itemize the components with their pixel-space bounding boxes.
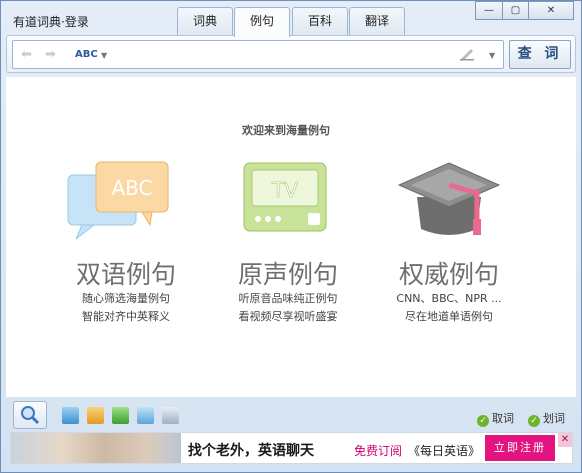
back-arrow-icon[interactable]: ⬅ — [21, 47, 32, 62]
ad-headline: 找个老外，英语聊天 — [188, 443, 314, 459]
community-icon[interactable] — [112, 407, 129, 424]
capture-word-toggle[interactable]: ✓ 取词 — [477, 410, 514, 427]
tv-icon-text: TV — [271, 178, 298, 202]
feature-desc-bilingual-1: 随心筛选海量例句 — [82, 292, 170, 305]
mobile-sync-icon[interactable] — [162, 407, 179, 424]
tab-translate[interactable]: 翻译 — [349, 7, 405, 36]
welcome-heading: 欢迎来到海量例句 — [242, 124, 330, 137]
abc-icon-text: ABC — [111, 176, 152, 200]
tab-example-sentences[interactable]: 例句 — [234, 7, 290, 37]
main-content: 欢迎来到海量例句 ABC 双语例句 随心筛选海量例句 智能对齐中英释义 TV 原… — [6, 77, 576, 397]
handwriting-pen-icon[interactable] — [459, 47, 475, 61]
ad-newsletter-text: 《每日英语》 — [408, 444, 481, 458]
app-window: 有道词典·登录 词典 例句 百科 翻译 — ▢ ✕ ⬅ ➡ ABC ▼ ▼ 查 … — [0, 0, 582, 473]
title-bar: 有道词典·登录 词典 例句 百科 翻译 — ▢ ✕ — [1, 1, 581, 37]
login-link[interactable]: 登录 — [65, 15, 89, 29]
language-icon[interactable]: ABC — [75, 49, 98, 60]
ad-banner[interactable]: 找个老外，英语聊天 免费订阅 《每日英语》 立即注册 ✕ — [10, 432, 573, 464]
check-icon: ✓ — [528, 415, 540, 427]
word-card-icon[interactable] — [87, 407, 104, 424]
tab-dictionary[interactable]: 词典 — [177, 7, 233, 36]
ad-subscribe-text: 免费订阅 — [354, 444, 403, 458]
feature-desc-original-audio-1: 听原音品味纯正例句 — [238, 292, 338, 305]
feature-title-original-audio: 原声例句 — [237, 260, 338, 289]
wordbook-icon[interactable] — [62, 407, 79, 424]
app-name: 有道词典 — [13, 15, 62, 29]
feature-title-bilingual: 双语例句 — [75, 260, 176, 289]
feature-title-authoritative: 权威例句 — [398, 260, 499, 289]
minimize-button[interactable]: — — [475, 1, 503, 20]
close-icon: ✕ — [546, 5, 556, 16]
translate-tool-icon[interactable] — [137, 407, 154, 424]
search-panel: ⬅ ➡ ABC ▼ ▼ 查 词 — [6, 35, 576, 73]
feature-desc-bilingual-2: 智能对齐中英释义 — [82, 310, 170, 323]
feature-desc-original-audio-2: 看视频尽享视听盛宴 — [238, 310, 338, 323]
forward-arrow-icon[interactable]: ➡ — [45, 47, 56, 62]
feature-desc-authoritative-1: CNN、BBC、NPR ... — [396, 292, 502, 305]
select-word-toggle[interactable]: ✓ 划词 — [528, 410, 565, 427]
close-button[interactable]: ✕ — [528, 1, 574, 20]
search-box: ⬅ ➡ ABC ▼ ▼ — [12, 40, 504, 69]
capture-word-label: 取词 — [492, 412, 514, 425]
ad-register-button[interactable]: 立即注册 — [485, 435, 555, 461]
abc-bubble-icon: ABC — [67, 161, 169, 240]
handwriting-dropdown-icon[interactable]: ▼ — [489, 51, 495, 60]
graduation-cap-icon — [397, 162, 501, 235]
bottom-toolbar: ✓ 取词 ✓ 划词 — [6, 399, 576, 431]
feature-desc-authoritative-2: 尽在地道单语例句 — [405, 310, 493, 323]
search-button[interactable]: 查 词 — [509, 40, 571, 69]
magnifier-icon — [21, 406, 40, 425]
restore-button[interactable]: ▢ — [502, 1, 529, 20]
ad-photo — [11, 433, 181, 463]
restore-icon: ▢ — [510, 5, 521, 16]
ad-close-icon[interactable]: ✕ — [558, 433, 572, 447]
app-title: 有道词典·登录 — [13, 15, 89, 29]
search-input[interactable] — [119, 44, 449, 65]
tab-encyclopedia[interactable]: 百科 — [292, 7, 348, 36]
minimize-icon: — — [484, 5, 494, 16]
tv-icon: TV — [243, 162, 327, 232]
check-icon: ✓ — [477, 415, 489, 427]
main-menu-button[interactable] — [13, 401, 47, 429]
select-word-label: 划词 — [543, 412, 565, 425]
language-dropdown-icon[interactable]: ▼ — [101, 51, 107, 60]
